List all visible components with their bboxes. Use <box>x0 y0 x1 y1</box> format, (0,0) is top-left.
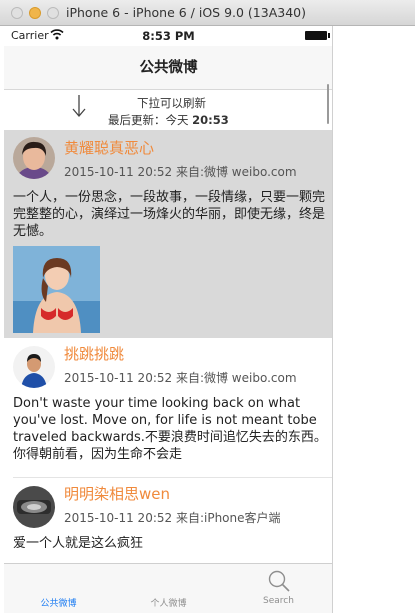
status-time: 8:53 PM <box>142 29 195 43</box>
post-text: Don't waste your time looking back on wh… <box>13 396 327 462</box>
tab-personal-weibo[interactable]: 个人微博 <box>114 564 223 613</box>
weibo-feed[interactable]: 黄耀聪真恶心 2015-10-11 20:52 来自:微博 weibo.com … <box>4 130 332 558</box>
zoom-window-button[interactable] <box>47 7 59 19</box>
avatar[interactable] <box>13 346 55 388</box>
feed-post[interactable]: 黄耀聪真恶心 2015-10-11 20:52 来自:微博 weibo.com … <box>4 130 332 338</box>
window-title: iPhone 6 - iPhone 6 / iOS 9.0 (13A340) <box>66 5 306 20</box>
phone-screen: Carrier 8:53 PM 公共微博 下拉可以刷新 最后更新：今天 20:5… <box>4 26 333 613</box>
post-text: 爱一个人就是这么疯狂 <box>13 536 144 551</box>
last-update-text: 最后更新：今天 20:53 <box>108 112 229 128</box>
post-username[interactable]: 明明染相思wen <box>64 483 170 504</box>
tab-label: 公共微博 <box>40 599 77 609</box>
page-title: 公共微博 <box>139 60 198 76</box>
tab-label: Search <box>263 596 294 606</box>
post-image[interactable] <box>13 246 100 333</box>
refresh-hint: 下拉可以刷新 <box>137 96 206 110</box>
post-meta: 2015-10-11 20:52 来自:微博 weibo.com <box>64 371 297 385</box>
arrow-down-icon <box>72 95 86 117</box>
tab-bar: 公共微博 个人微博 Search <box>4 563 332 613</box>
status-bar: Carrier 8:53 PM <box>4 26 332 46</box>
battery-icon <box>305 31 330 40</box>
avatar[interactable] <box>13 137 55 179</box>
tab-search[interactable]: Search <box>224 564 332 613</box>
navigation-bar: 公共微博 <box>4 46 332 90</box>
feed-post[interactable]: 挑跳挑跳 2015-10-11 20:52 来自:微博 weibo.com Do… <box>4 338 332 478</box>
avatar[interactable] <box>13 486 55 528</box>
minimize-window-button[interactable] <box>29 7 41 19</box>
last-update-time: 20:53 <box>192 113 229 127</box>
post-meta: 2015-10-11 20:52 来自:微博 weibo.com <box>64 165 297 179</box>
post-username[interactable]: 黄耀聪真恶心 <box>64 137 154 158</box>
tab-public-weibo[interactable]: 公共微博 <box>4 564 113 613</box>
search-icon <box>268 570 290 592</box>
close-window-button[interactable] <box>11 7 23 19</box>
pull-to-refresh-header: 下拉可以刷新 最后更新：今天 20:53 <box>4 90 332 130</box>
post-text: 一个人，一份思念，一段故事，一段情缘，只要一颗完完整整的心，演绎过一场烽火的华丽… <box>13 190 326 239</box>
simulator-title-bar: iPhone 6 - iPhone 6 / iOS 9.0 (13A340) <box>0 0 415 26</box>
feed-post[interactable]: 明明染相思wen 2015-10-11 20:52 来自:iPhone客户端 爱… <box>4 478 332 558</box>
post-meta: 2015-10-11 20:52 来自:iPhone客户端 <box>64 511 281 525</box>
last-update-label: 最后更新：今天 <box>108 113 189 127</box>
post-username[interactable]: 挑跳挑跳 <box>64 343 124 364</box>
tab-label: 个人微博 <box>150 599 187 609</box>
scroll-indicator[interactable] <box>327 84 329 124</box>
